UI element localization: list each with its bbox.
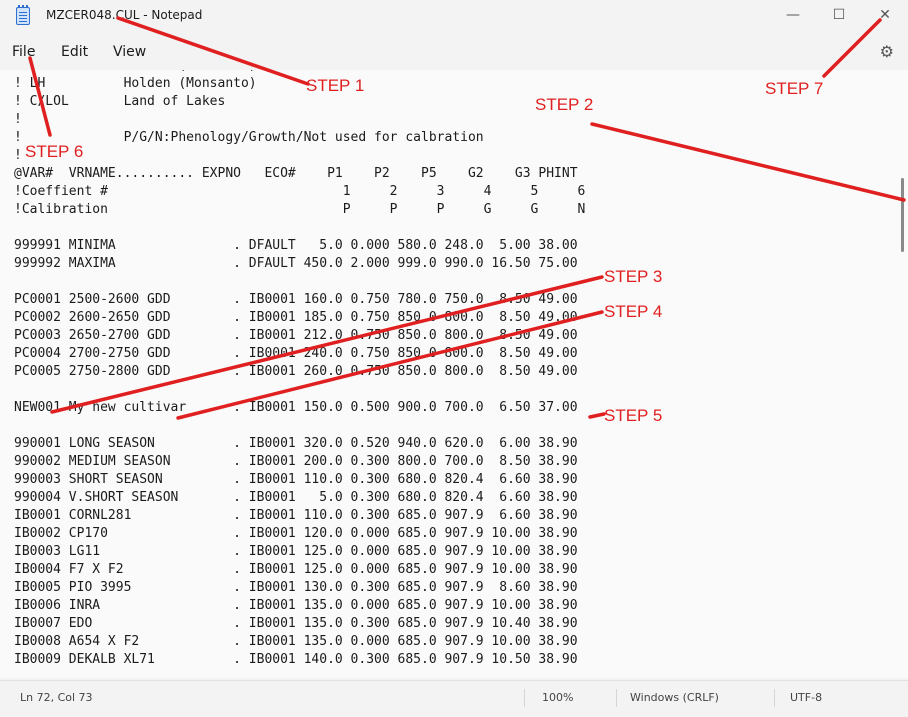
cursor-position: Ln 72, Col 73 <box>20 691 93 704</box>
encoding[interactable]: UTF-8 <box>790 691 822 704</box>
close-button[interactable]: ✕ <box>862 0 908 30</box>
maximize-button[interactable]: ☐ <box>816 0 862 30</box>
editor-line: IB0005 PIO 3995 . IB0001 130.0 0.300 685… <box>14 580 578 595</box>
editor-line: IB0003 LG11 . IB0001 125.0 0.000 685.0 9… <box>14 544 578 559</box>
editor-line: IB0002 CP170 . IB0001 120.0 0.000 685.0 … <box>14 526 578 541</box>
editor-line: IB0008 A654 X F2 . IB0001 135.0 0.000 68… <box>14 634 578 649</box>
editor-line: PC0005 2750-2800 GDD . IB0001 260.0 0.75… <box>14 364 578 379</box>
editor-line: PC0004 2700-2750 GDD . IB0001 240.0 0.75… <box>14 346 578 361</box>
editor-line: IB0009 DEKALB XL71 . IB0001 140.0 0.300 … <box>14 652 578 667</box>
editor-line: IB0001 CORNL281 . IB0001 110.0 0.300 685… <box>14 508 578 523</box>
editor-line: 990001 LONG SEASON . IB0001 320.0 0.520 … <box>14 436 578 451</box>
editor-line: PC0001 2500-2600 GDD . IB0001 160.0 0.75… <box>14 292 578 307</box>
editor-line: !Coeffient # 1 2 3 4 5 6 <box>14 184 586 199</box>
menu-bar: File Edit View ⚙ <box>0 34 908 70</box>
editor-line: ! <box>14 148 22 163</box>
editor-line: PC0002 2600-2650 GDD . IB0001 185.0 0.75… <box>14 310 578 325</box>
editor-line: @VAR# VRNAME.......... EXPNO ECO# P1 P2 … <box>14 166 578 181</box>
editor-line: 999991 MINIMA . DFAULT 5.0 0.000 580.0 2… <box>14 238 578 253</box>
editor-line: 990003 SHORT SEASON . IB0001 110.0 0.300… <box>14 472 578 487</box>
editor-line: ! P/G/N:Phenology/Growth/Not used for ca… <box>14 130 484 145</box>
status-divider <box>774 689 775 707</box>
title-bar: MZCER048.CUL - Notepad — ☐ ✕ <box>0 0 908 32</box>
editor-line: PC0003 2650-2700 GDD . IB0001 212.0 0.75… <box>14 328 578 343</box>
editor-line: 990004 V.SHORT SEASON . IB0001 5.0 0.300… <box>14 490 578 505</box>
editor-line: !Calibration P P P G G N <box>14 202 586 217</box>
editor-line: 990002 MEDIUM SEASON . IB0001 200.0 0.30… <box>14 454 578 469</box>
editor-line: ! <box>14 112 22 127</box>
editor-text[interactable]: ! DK Dekalb (Monsanto)! LH Holden (Monsa… <box>14 70 585 669</box>
zoom-level[interactable]: 100% <box>542 691 573 704</box>
editor-line: IB0006 INRA . IB0001 135.0 0.000 685.0 9… <box>14 598 578 613</box>
status-bar: Ln 72, Col 73 100% Windows (CRLF) UTF-8 <box>0 680 908 717</box>
text-editor[interactable]: ! DK Dekalb (Monsanto)! LH Holden (Monsa… <box>0 70 908 678</box>
editor-line: ! C/LOL Land of Lakes <box>14 94 226 109</box>
notepad-icon <box>16 5 30 25</box>
minimize-button[interactable]: — <box>770 0 816 30</box>
status-divider <box>616 689 617 707</box>
status-divider <box>524 689 525 707</box>
menu-edit[interactable]: Edit <box>61 44 88 60</box>
editor-line: ! LH Holden (Monsanto) <box>14 76 257 91</box>
editor-line: IB0007 EDO . IB0001 135.0 0.300 685.0 90… <box>14 616 578 631</box>
menu-file[interactable]: File <box>12 44 35 60</box>
settings-gear-icon[interactable]: ⚙ <box>880 42 894 61</box>
window-title: MZCER048.CUL - Notepad <box>46 8 203 22</box>
editor-line: NEW001 My new cultivar . IB0001 150.0 0.… <box>14 400 578 415</box>
editor-line: IB0004 F7 X F2 . IB0001 125.0 0.000 685.… <box>14 562 578 577</box>
line-ending[interactable]: Windows (CRLF) <box>630 691 719 704</box>
editor-line: 999992 MAXIMA . DFAULT 450.0 2.000 999.0… <box>14 256 578 271</box>
menu-view[interactable]: View <box>113 44 146 60</box>
vertical-scrollbar[interactable] <box>901 178 904 252</box>
